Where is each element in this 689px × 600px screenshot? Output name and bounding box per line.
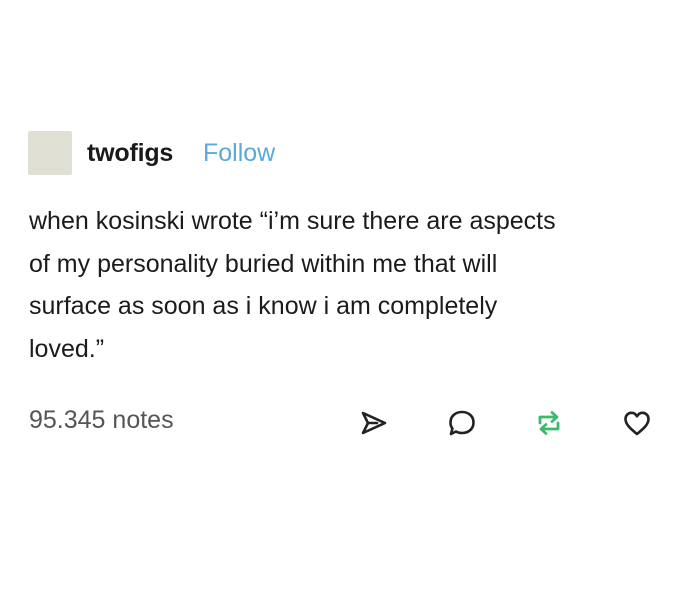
share-icon[interactable] <box>358 408 390 438</box>
post-actions <box>0 408 689 438</box>
post-body: when kosinski wrote “i’m sure there are … <box>29 200 669 370</box>
post-body-line: surface as soon as i know i am completel… <box>29 292 498 320</box>
post-body-line: loved.” <box>29 334 105 363</box>
username[interactable]: twofigs <box>87 139 173 168</box>
reply-icon[interactable] <box>446 408 478 438</box>
like-icon[interactable] <box>621 408 653 438</box>
follow-button[interactable]: Follow <box>203 139 275 168</box>
reblog-icon[interactable] <box>533 408 565 438</box>
post-body-line: when kosinski wrote “i’m sure there are … <box>29 207 556 235</box>
tumblr-post: twofigs Follow when kosinski wrote “i’m … <box>0 0 689 600</box>
post-body-line: of my personality buried within me that … <box>29 249 498 278</box>
avatar[interactable] <box>28 131 72 175</box>
